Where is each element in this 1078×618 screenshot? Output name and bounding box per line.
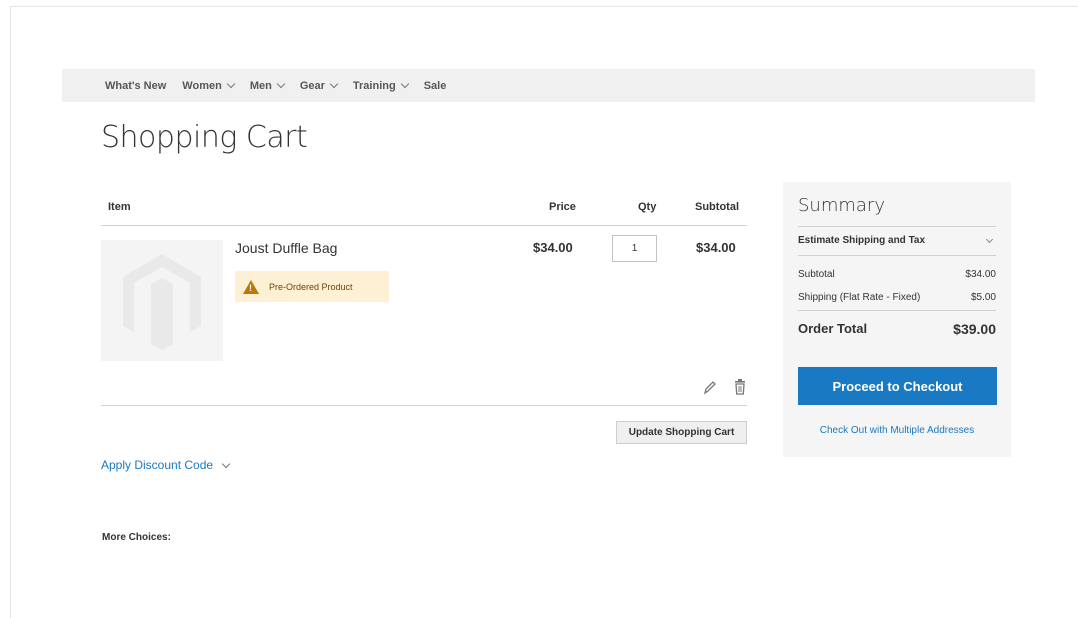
chevron-down-icon <box>226 79 236 89</box>
chevron-down-icon <box>329 79 339 89</box>
proceed-to-checkout-button[interactable]: Proceed to Checkout <box>798 367 997 405</box>
nav-item-sale[interactable]: Sale <box>424 80 447 92</box>
page-title: Shopping Cart <box>101 120 308 155</box>
order-total-value: $39.00 <box>953 321 996 337</box>
chevron-down-icon <box>276 79 286 89</box>
cart-item-divider <box>101 405 747 406</box>
column-header-qty: Qty <box>638 201 657 213</box>
pencil-icon[interactable] <box>702 378 718 396</box>
main-navigation: What's New Women Men Gear Training Sale <box>62 69 1035 102</box>
nav-item-whats-new[interactable]: What's New <box>105 80 166 92</box>
item-subtotal: $34.00 <box>696 240 736 255</box>
product-image[interactable] <box>101 240 223 361</box>
estimate-shipping-toggle[interactable]: Estimate Shipping and Tax <box>798 235 996 246</box>
quantity-input[interactable] <box>612 235 657 262</box>
summary-divider <box>798 255 996 256</box>
more-choices-heading: More Choices: <box>102 532 171 543</box>
multiple-addresses-link[interactable]: Check Out with Multiple Addresses <box>798 425 996 436</box>
summary-divider <box>798 226 996 227</box>
subtotal-value: $34.00 <box>965 269 996 280</box>
column-header-item: Item <box>108 201 131 213</box>
product-name-link[interactable]: Joust Duffle Bag <box>235 240 337 256</box>
shipping-value: $5.00 <box>970 292 996 303</box>
chevron-down-icon <box>221 459 231 468</box>
nav-item-label: Women <box>182 79 222 92</box>
column-header-price: Price <box>549 201 576 213</box>
nav-item-label: What's New <box>105 79 167 92</box>
page-border-top <box>10 6 1078 7</box>
nav-item-training[interactable]: Training <box>352 79 409 92</box>
summary-divider <box>798 310 996 311</box>
column-header-subtotal: Subtotal <box>695 201 739 213</box>
chevron-down-icon <box>985 235 994 243</box>
nav-item-men[interactable]: Men <box>249 79 286 92</box>
update-cart-button[interactable]: Update Shopping Cart <box>616 421 747 444</box>
discount-label: Apply Discount Code <box>101 458 214 472</box>
nav-item-gear[interactable]: Gear <box>299 79 339 92</box>
nav-item-label: Men <box>249 79 272 92</box>
magento-logo-icon <box>123 254 201 350</box>
apply-discount-toggle[interactable]: Apply Discount Code <box>101 458 231 472</box>
cart-summary: Summary Estimate Shipping and Tax Subtot… <box>783 182 1011 457</box>
trash-icon[interactable] <box>733 378 747 396</box>
nav-item-label: Training <box>352 79 396 92</box>
subtotal-label: Subtotal <box>798 269 835 280</box>
subtotal-row: Subtotal $34.00 <box>798 269 996 280</box>
pre-order-notice: Pre-Ordered Product <box>235 271 389 302</box>
estimate-label: Estimate Shipping and Tax <box>798 235 926 246</box>
notice-text: Pre-Ordered Product <box>269 281 353 292</box>
summary-title: Summary <box>798 195 885 216</box>
chevron-down-icon <box>400 79 409 89</box>
shipping-label: Shipping (Flat Rate - Fixed) <box>798 292 921 303</box>
shipping-row: Shipping (Flat Rate - Fixed) $5.00 <box>798 292 996 303</box>
nav-item-label: Gear <box>299 79 325 92</box>
table-header-divider <box>101 225 747 226</box>
nav-item-women[interactable]: Women <box>182 79 236 92</box>
item-price: $34.00 <box>533 240 573 255</box>
nav-item-label: Sale <box>423 79 447 92</box>
order-total-label: Order Total <box>798 321 868 336</box>
warning-icon <box>243 279 259 294</box>
page-border-left <box>10 6 11 618</box>
order-total-row: Order Total $39.00 <box>798 321 996 337</box>
